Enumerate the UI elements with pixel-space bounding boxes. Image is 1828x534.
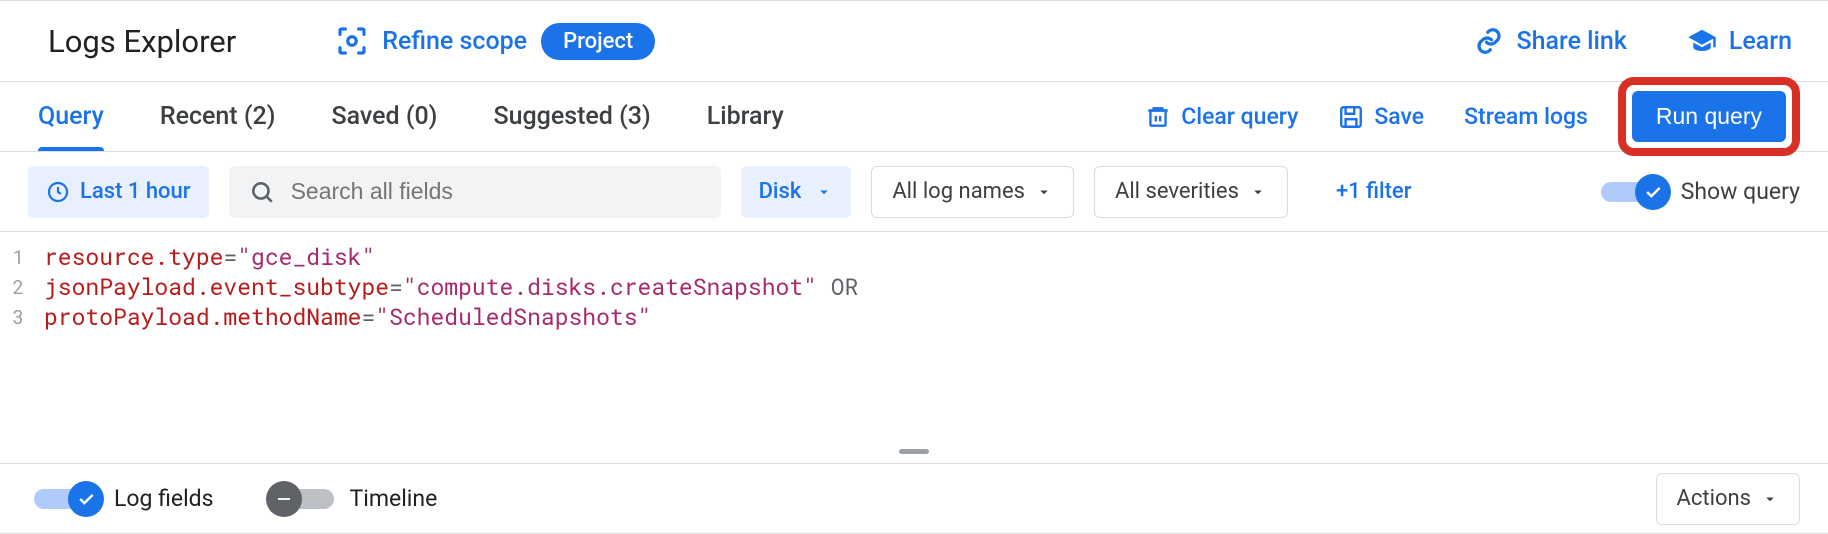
save-label: Save [1374,103,1424,130]
bottom-toolbar: Log fields Timeline Actions [0,463,1828,533]
caret-down-icon [815,183,833,201]
timeline-toggle[interactable] [270,481,334,517]
query-tabs-bar: Query Recent (2) Saved (0) Suggested (3)… [0,82,1828,152]
share-link-label: Share link [1516,27,1626,56]
editor-line: 2 jsonPayload.event_subtype="compute.dis… [0,272,1828,302]
caret-down-icon [1035,183,1053,201]
timeline-toggle-group: Timeline [270,481,438,517]
code-text: jsonPayload.event_subtype="compute.disks… [44,272,858,302]
editor-lines: 1 resource.type="gce_disk" 2 jsonPayload… [0,232,1828,342]
tab-library[interactable]: Library [707,102,784,131]
stream-logs-button[interactable]: Stream logs [1464,103,1588,130]
scope-badge: Project [541,23,655,60]
logs-explorer-app: Logs Explorer Refine scope Project Share [0,0,1828,534]
share-link-button[interactable]: Share link [1474,26,1626,56]
tab-suggested[interactable]: Suggested (3) [493,102,650,131]
page-title: Logs Explorer [48,23,236,60]
graduation-cap-icon [1687,26,1717,56]
tab-query[interactable]: Query [38,102,104,131]
log-fields-toggle-group: Log fields [34,481,214,517]
tab-saved[interactable]: Saved (0) [331,102,437,131]
refine-scope-label: Refine scope [382,27,527,56]
caret-down-icon [1249,183,1267,201]
link-icon [1474,26,1504,56]
search-input[interactable] [289,177,701,206]
refine-scope-button[interactable]: Refine scope Project [336,23,655,60]
learn-button[interactable]: Learn [1687,26,1792,56]
resize-handle[interactable] [0,439,1828,463]
log-fields-toggle[interactable] [34,481,98,517]
header-bar: Logs Explorer Refine scope Project Share [0,1,1828,82]
caret-down-icon [1761,490,1779,508]
log-fields-label: Log fields [114,485,214,512]
actions-label: Actions [1677,486,1751,511]
query-editor[interactable]: 1 resource.type="gce_disk" 2 jsonPayload… [0,232,1828,463]
save-button[interactable]: Save [1338,103,1424,130]
line-number: 3 [0,305,44,330]
resource-filter-dropdown[interactable]: Disk [741,166,852,218]
search-icon [249,179,275,205]
code-text: resource.type="gce_disk" [44,242,375,272]
clear-query-label: Clear query [1181,103,1298,130]
clock-icon [46,180,70,204]
run-query-button[interactable]: Run query [1632,91,1786,142]
run-query-highlight: Run query [1618,77,1800,156]
learn-label: Learn [1729,27,1792,56]
tab-recent[interactable]: Recent (2) [160,102,276,131]
severity-filter-label: All severities [1115,179,1239,204]
show-query-label: Show query [1681,178,1800,205]
logname-filter-label: All log names [892,179,1025,204]
trash-icon [1145,104,1171,130]
more-filters-button[interactable]: +1 filter [1336,179,1412,204]
editor-line: 3 protoPayload.methodName="ScheduledSnap… [0,302,1828,332]
scan-icon [336,25,368,57]
editor-line: 1 resource.type="gce_disk" [0,242,1828,272]
clear-query-button[interactable]: Clear query [1145,103,1298,130]
time-range-chip[interactable]: Last 1 hour [28,166,209,218]
line-number: 1 [0,245,44,270]
time-range-label: Last 1 hour [80,179,191,204]
save-icon [1338,104,1364,130]
logname-filter-dropdown[interactable]: All log names [871,166,1074,218]
resource-filter-label: Disk [759,179,802,204]
show-query-toggle[interactable] [1601,174,1665,210]
timeline-label: Timeline [350,485,438,512]
stream-logs-label: Stream logs [1464,103,1588,130]
line-number: 2 [0,275,44,300]
show-query-toggle-group: Show query [1601,174,1800,210]
filter-bar: Last 1 hour Disk All log names All sever… [0,152,1828,232]
code-text: protoPayload.methodName="ScheduledSnapsh… [44,302,651,332]
actions-dropdown[interactable]: Actions [1656,473,1800,525]
severity-filter-dropdown[interactable]: All severities [1094,166,1288,218]
search-fields-box[interactable] [229,166,721,218]
